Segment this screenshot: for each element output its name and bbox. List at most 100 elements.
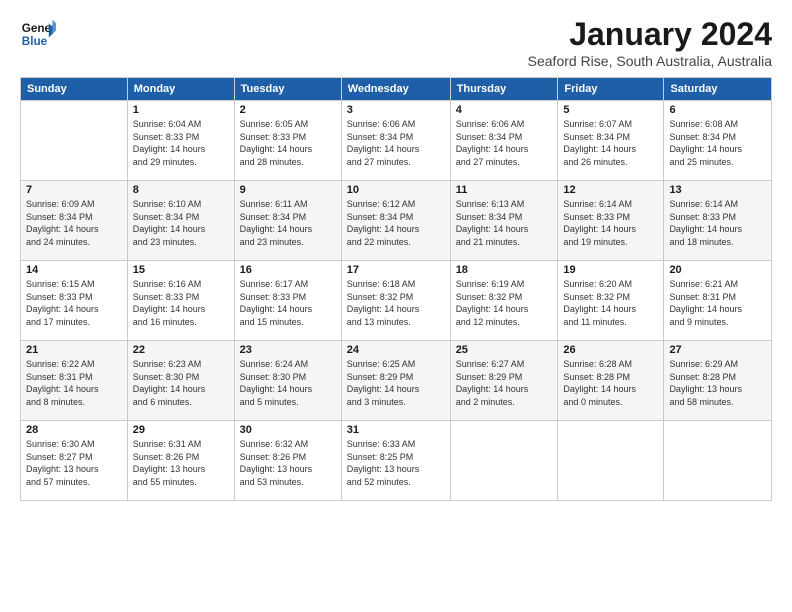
day-number: 2 [240, 104, 336, 116]
sunset-text: Sunset: 8:33 PM [26, 291, 122, 304]
daylight-minutes: and 24 minutes. [26, 236, 122, 249]
sunset-text: Sunset: 8:25 PM [347, 451, 445, 464]
daylight-hours: Daylight: 14 hours [347, 383, 445, 396]
header-wednesday: Wednesday [341, 78, 450, 101]
day-info: Sunrise: 6:19 AMSunset: 8:32 PMDaylight:… [456, 278, 553, 328]
header-tuesday: Tuesday [234, 78, 341, 101]
table-row: 28Sunrise: 6:30 AMSunset: 8:27 PMDayligh… [21, 421, 128, 501]
day-number: 7 [26, 184, 122, 196]
day-info: Sunrise: 6:33 AMSunset: 8:25 PMDaylight:… [347, 438, 445, 488]
daylight-hours: Daylight: 14 hours [347, 303, 445, 316]
daylight-hours: Daylight: 13 hours [347, 463, 445, 476]
day-info: Sunrise: 6:14 AMSunset: 8:33 PMDaylight:… [563, 198, 658, 248]
day-number: 15 [133, 264, 229, 276]
month-title: January 2024 [528, 16, 772, 53]
daylight-minutes: and 23 minutes. [240, 236, 336, 249]
calendar-header-row: Sunday Monday Tuesday Wednesday Thursday… [21, 78, 772, 101]
daylight-hours: Daylight: 14 hours [240, 383, 336, 396]
daylight-hours: Daylight: 14 hours [456, 223, 553, 236]
table-row [664, 421, 772, 501]
sunset-text: Sunset: 8:29 PM [456, 371, 553, 384]
sunset-text: Sunset: 8:33 PM [240, 131, 336, 144]
daylight-hours: Daylight: 14 hours [563, 143, 658, 156]
table-row: 29Sunrise: 6:31 AMSunset: 8:26 PMDayligh… [127, 421, 234, 501]
table-row: 7 Sunrise: 6:09 AMSunset: 8:34 PMDaylight… [21, 181, 128, 261]
sunrise-text: Sunrise: 6:32 AM [240, 438, 336, 451]
day-info: Sunrise: 6:08 AMSunset: 8:34 PMDaylight:… [669, 118, 766, 168]
header-monday: Monday [127, 78, 234, 101]
table-row: 26 Sunrise: 6:28 AMSunset: 8:28 PMDayligh… [558, 341, 664, 421]
day-info: Sunrise: 6:25 AMSunset: 8:29 PMDaylight:… [347, 358, 445, 408]
day-info: Sunrise: 6:09 AMSunset: 8:34 PMDaylight:… [26, 198, 122, 248]
day-info: Sunrise: 6:10 AMSunset: 8:34 PMDaylight:… [133, 198, 229, 248]
day-info: Sunrise: 6:27 AMSunset: 8:29 PMDaylight:… [456, 358, 553, 408]
table-row: 22Sunrise: 6:23 AMSunset: 8:30 PMDayligh… [127, 341, 234, 421]
day-number: 12 [563, 184, 658, 196]
sunrise-text: Sunrise: 6:08 AM [669, 118, 766, 131]
daylight-minutes: and 9 minutes. [669, 316, 766, 329]
day-number: 19 [563, 264, 658, 276]
sunrise-text: Sunrise: 6:16 AM [133, 278, 229, 291]
sunset-text: Sunset: 8:32 PM [563, 291, 658, 304]
day-number: 30 [240, 424, 336, 436]
header-friday: Friday [558, 78, 664, 101]
sunset-text: Sunset: 8:32 PM [456, 291, 553, 304]
sunset-text: Sunset: 8:31 PM [26, 371, 122, 384]
day-info: Sunrise: 6:07 AMSunset: 8:34 PMDaylight:… [563, 118, 658, 168]
sunset-text: Sunset: 8:33 PM [563, 211, 658, 224]
sunset-text: Sunset: 8:34 PM [669, 131, 766, 144]
sunset-text: Sunset: 8:34 PM [240, 211, 336, 224]
table-row: 31 Sunrise: 6:33 AMSunset: 8:25 PMDayligh… [341, 421, 450, 501]
daylight-hours: Daylight: 14 hours [456, 303, 553, 316]
daylight-minutes: and 26 minutes. [563, 156, 658, 169]
sunrise-text: Sunrise: 6:22 AM [26, 358, 122, 371]
table-row: 18 Sunrise: 6:19 AMSunset: 8:32 PMDayligh… [450, 261, 558, 341]
daylight-hours: Daylight: 14 hours [26, 223, 122, 236]
daylight-hours: Daylight: 14 hours [669, 143, 766, 156]
table-row: 20Sunrise: 6:21 AMSunset: 8:31 PMDayligh… [664, 261, 772, 341]
sunrise-text: Sunrise: 6:14 AM [563, 198, 658, 211]
sunset-text: Sunset: 8:33 PM [669, 211, 766, 224]
table-row: 8Sunrise: 6:10 AMSunset: 8:34 PMDaylight… [127, 181, 234, 261]
sunset-text: Sunset: 8:34 PM [563, 131, 658, 144]
calendar-week-row: 14Sunrise: 6:15 AMSunset: 8:33 PMDayligh… [21, 261, 772, 341]
sunrise-text: Sunrise: 6:14 AM [669, 198, 766, 211]
daylight-minutes: and 5 minutes. [240, 396, 336, 409]
daylight-hours: Daylight: 14 hours [563, 303, 658, 316]
day-info: Sunrise: 6:22 AMSunset: 8:31 PMDaylight:… [26, 358, 122, 408]
daylight-minutes: and 22 minutes. [347, 236, 445, 249]
logo-icon: General Blue [20, 16, 56, 52]
day-info: Sunrise: 6:13 AMSunset: 8:34 PMDaylight:… [456, 198, 553, 248]
day-number: 3 [347, 104, 445, 116]
table-row: 1Sunrise: 6:04 AMSunset: 8:33 PMDaylight… [127, 101, 234, 181]
sunrise-text: Sunrise: 6:04 AM [133, 118, 229, 131]
table-row: 16Sunrise: 6:17 AMSunset: 8:33 PMDayligh… [234, 261, 341, 341]
daylight-minutes: and 58 minutes. [669, 396, 766, 409]
day-info: Sunrise: 6:28 AMSunset: 8:28 PMDaylight:… [563, 358, 658, 408]
day-number: 5 [563, 104, 658, 116]
day-number: 24 [347, 344, 445, 356]
daylight-hours: Daylight: 14 hours [26, 383, 122, 396]
day-info: Sunrise: 6:31 AMSunset: 8:26 PMDaylight:… [133, 438, 229, 488]
table-row: 14Sunrise: 6:15 AMSunset: 8:33 PMDayligh… [21, 261, 128, 341]
daylight-minutes: and 19 minutes. [563, 236, 658, 249]
sunrise-text: Sunrise: 6:12 AM [347, 198, 445, 211]
day-info: Sunrise: 6:17 AMSunset: 8:33 PMDaylight:… [240, 278, 336, 328]
day-number: 10 [347, 184, 445, 196]
day-number: 18 [456, 264, 553, 276]
title-block: January 2024 Seaford Rise, South Austral… [528, 16, 772, 69]
daylight-minutes: and 27 minutes. [456, 156, 553, 169]
sunrise-text: Sunrise: 6:23 AM [133, 358, 229, 371]
day-number: 31 [347, 424, 445, 436]
daylight-minutes: and 57 minutes. [26, 476, 122, 489]
daylight-hours: Daylight: 14 hours [347, 143, 445, 156]
sunset-text: Sunset: 8:28 PM [669, 371, 766, 384]
sunset-text: Sunset: 8:30 PM [133, 371, 229, 384]
day-number: 26 [563, 344, 658, 356]
table-row [558, 421, 664, 501]
daylight-minutes: and 12 minutes. [456, 316, 553, 329]
daylight-minutes: and 13 minutes. [347, 316, 445, 329]
logo: General Blue [20, 16, 56, 52]
sunset-text: Sunset: 8:28 PM [563, 371, 658, 384]
sunrise-text: Sunrise: 6:33 AM [347, 438, 445, 451]
